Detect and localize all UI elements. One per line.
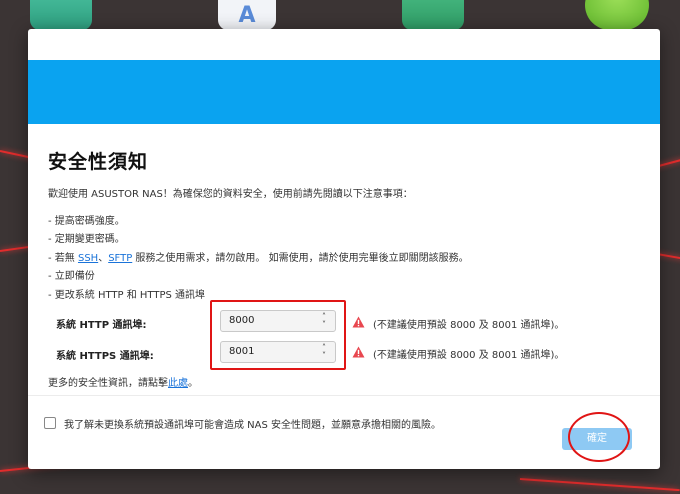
footer-divider: [28, 395, 660, 396]
https-port-warning: (不建議使用預設 8000 及 8001 通訊埠)。: [373, 350, 565, 361]
services-separator: 、: [98, 253, 109, 264]
more-info-suffix: 。: [188, 378, 198, 389]
desktop-app-icon[interactable]: [30, 0, 92, 30]
more-info-link[interactable]: 此處: [168, 378, 188, 389]
desktop-app-icon[interactable]: [402, 0, 464, 30]
services-prefix: - 若無: [48, 253, 78, 264]
http-port-warning: (不建議使用預設 8000 及 8001 通訊埠)。: [373, 320, 565, 331]
http-port-label: 系統 HTTP 通訊埠:: [56, 320, 147, 331]
ssh-link[interactable]: SSH: [78, 253, 98, 264]
https-port-label: 系統 HTTPS 通訊埠:: [56, 351, 154, 362]
list-item: - 更改系統 HTTP 和 HTTPS 通訊埠: [48, 290, 206, 301]
list-item: - 立即備份: [48, 271, 95, 282]
sftp-link[interactable]: SFTP: [108, 253, 132, 264]
desktop-app-icon[interactable]: [585, 0, 649, 30]
desktop-app-icon[interactable]: A: [218, 0, 276, 30]
highlight-box-annotation: [210, 300, 346, 370]
intro-text: 歡迎使用 ASUSTOR NAS！為確保您的資料安全，使用前請先閱讀以下注意事項…: [48, 189, 413, 200]
services-suffix: 服務之使用需求，請勿啟用。 如需使用，請於使用完畢後立即關閉該服務。: [132, 253, 469, 264]
agree-label[interactable]: 我了解未更換系統預設通訊埠可能會造成 NAS 安全性問題，並願意承擔相關的風險。: [64, 416, 441, 431]
background-light-line: [519, 478, 680, 492]
agree-checkbox[interactable]: [44, 417, 56, 429]
warning-triangle-icon: [352, 346, 365, 358]
more-info-text: 更多的安全性資訊，請點擊此處。: [48, 374, 198, 389]
security-notice-dialog: 安全性須知 歡迎使用 ASUSTOR NAS！為確保您的資料安全，使用前請先閱讀…: [28, 29, 660, 469]
warning-triangle-icon: [352, 316, 365, 328]
list-item: - 提高密碼強度。: [48, 216, 125, 227]
more-info-prefix: 更多的安全性資訊，請點擊: [48, 378, 168, 389]
list-item: - 定期變更密碼。: [48, 234, 125, 245]
dialog-title: 安全性須知: [48, 151, 149, 173]
dialog-banner: [28, 60, 660, 124]
highlight-circle-annotation: [568, 412, 630, 462]
list-item-services: - 若無 SSH、SFTP 服務之使用需求，請勿啟用。 如需使用，請於使用完畢後…: [48, 249, 469, 264]
